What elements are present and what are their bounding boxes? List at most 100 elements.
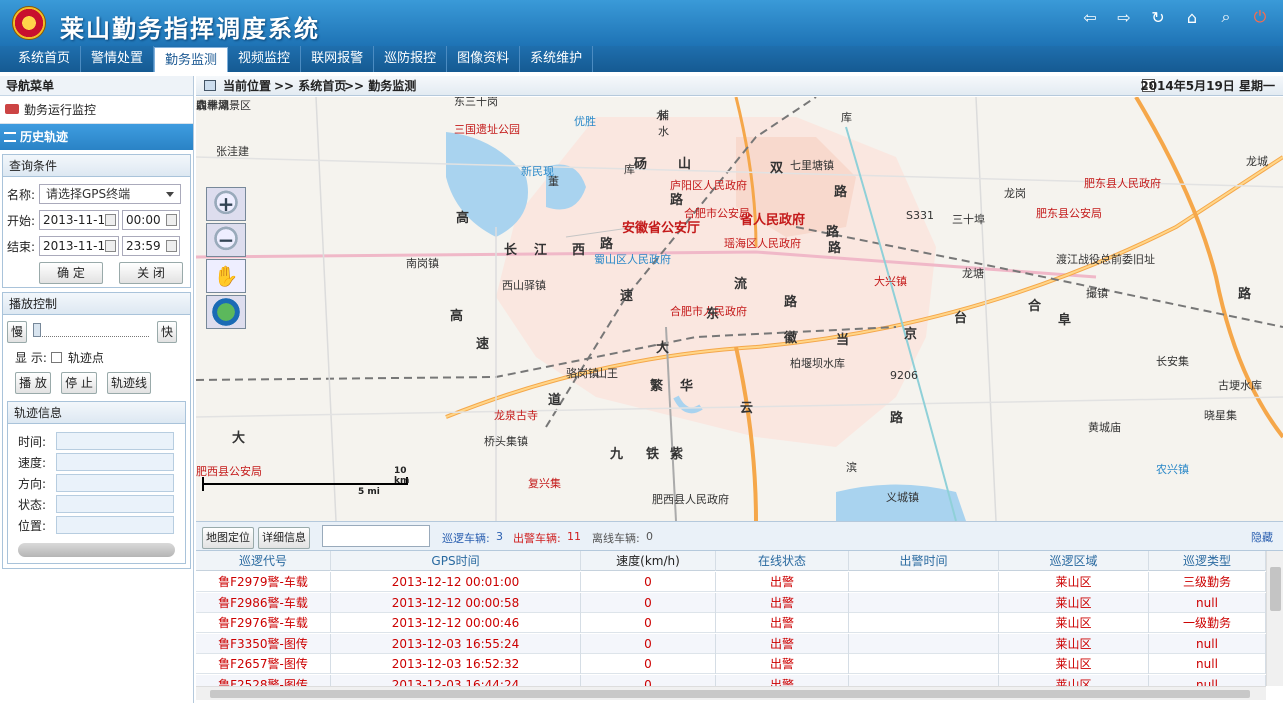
map-label: 庐阳区人民政府 — [670, 179, 747, 192]
start-date-value: 2013-11-14 — [43, 213, 113, 227]
stop-button[interactable]: 停 止 — [61, 372, 97, 394]
horizontal-scrollbar[interactable] — [196, 686, 1266, 700]
map-label: 高 — [456, 211, 470, 226]
table-row[interactable]: 鲁F3350警-图传 2013-12-03 16:55:24 0 出警 莱山区 null — [196, 633, 1266, 654]
position-value — [56, 516, 174, 534]
nav-video[interactable]: 视频监控 — [228, 46, 302, 72]
nav-alarm-network[interactable]: 联网报警 — [301, 46, 375, 72]
position-label: 位置: — [18, 518, 47, 533]
start-label: 开始: — [7, 213, 36, 228]
nav-home[interactable]: 系统首页 — [8, 46, 82, 72]
zoom-in-icon[interactable]: + — [206, 187, 246, 221]
car-icon — [5, 104, 19, 114]
query-title: 查询条件 — [3, 155, 190, 177]
col-patrol-area[interactable]: 巡逻区域 — [999, 551, 1149, 571]
table-cell — [849, 613, 999, 633]
zoom-out-icon[interactable]: − — [206, 223, 246, 257]
table-row[interactable]: 鲁F2986警-车载 2013-12-12 00:00:58 0 出警 莱山区 null — [196, 592, 1266, 613]
hide-link[interactable]: 隐藏 — [1251, 529, 1273, 545]
calendar-icon[interactable] — [105, 214, 116, 226]
map-label: 滨 — [846, 461, 857, 474]
start-time-field[interactable]: 00:00 — [122, 210, 180, 230]
top-toolbar: ⇦ ⇨ ↻ ⌂ ⌕ ⏻ — [1077, 6, 1273, 28]
map-label: 西山驿镇 — [502, 279, 546, 292]
map-label: 台 — [954, 311, 968, 326]
map-label: 铺 — [658, 109, 669, 122]
map-label: 繁 — [650, 379, 664, 394]
col-patrol-type[interactable]: 巡逻类型 — [1149, 551, 1266, 571]
map-view[interactable]: 东三十岗 三国遗址公园 优胜水库张洼建 新民现董铺水库砀山路庐阳区人民政府 七里塘镇双路… — [196, 97, 1283, 521]
table-cell: 出警 — [716, 654, 849, 674]
trackline-button[interactable]: 轨迹线 — [107, 372, 151, 394]
table-cell: 鲁F3350警-图传 — [196, 633, 331, 654]
nav-incident[interactable]: 警情处置 — [81, 46, 155, 72]
table-cell: 一级勤务 — [1149, 613, 1266, 633]
confirm-button[interactable]: 确 定 — [39, 262, 103, 284]
globe-icon[interactable] — [206, 295, 246, 329]
table-cell — [849, 633, 999, 654]
map-label: 江 — [534, 243, 548, 258]
nav-maintenance[interactable]: 系统维护 — [520, 46, 594, 72]
slider-handle[interactable] — [33, 323, 41, 337]
table-row[interactable]: 鲁F2976警-车载 2013-12-12 00:00:46 0 出警 莱山区 一级勤务 — [196, 613, 1266, 633]
start-date-field[interactable]: 2013-11-14 — [39, 210, 119, 230]
nav-duty-monitor[interactable]: 勤务监测 — [154, 47, 229, 72]
detail-button[interactable]: 详细信息 — [258, 527, 310, 549]
vehicle-search-input[interactable] — [322, 525, 430, 547]
map-label: 张洼建 — [216, 145, 249, 158]
close-button[interactable]: 关 闭 — [119, 262, 183, 284]
nav-images[interactable]: 图像资料 — [447, 46, 521, 72]
trackinfo-panel: 轨迹信息 时间: 速度: 方向: 状态: 位置: — [7, 401, 186, 564]
map-label: S331 — [906, 209, 934, 222]
map-label: 长安集 — [1156, 355, 1189, 368]
gps-terminal-select[interactable]: 请选择GPS终端 — [39, 184, 181, 204]
col-speed[interactable]: 速度(km/h) — [581, 551, 716, 571]
table-row[interactable]: 鲁F2979警-车载 2013-12-12 00:01:00 0 出警 莱山区 三级勤务 — [196, 572, 1266, 592]
col-patrol-code[interactable]: 巡逻代号 — [196, 551, 331, 571]
sidebar-item-label: 勤务运行监控 — [24, 103, 97, 117]
trackpoint-checkbox[interactable] — [50, 351, 62, 363]
col-online-status[interactable]: 在线状态 — [716, 551, 849, 571]
map-label: 安徽省公安厅 — [622, 221, 701, 236]
home-icon[interactable]: ⌂ — [1179, 6, 1205, 28]
search-icon[interactable]: ⌕ — [1213, 6, 1239, 28]
sidebar-title: 导航菜单 — [0, 76, 193, 96]
sidebar-item-label: 历史轨迹 — [20, 130, 69, 144]
breadcrumb-home[interactable]: >> 系统首页 — [274, 76, 346, 96]
sidebar-item-history[interactable]: 历史轨迹 — [0, 124, 193, 150]
play-button[interactable]: 播 放 — [15, 372, 51, 394]
calendar-icon[interactable] — [105, 240, 116, 252]
playback-title: 播放控制 — [3, 293, 190, 315]
map-label: 道 — [548, 393, 562, 408]
history-icon — [4, 132, 16, 142]
power-icon[interactable]: ⏻ — [1247, 6, 1273, 28]
vertical-scrollbar[interactable] — [1266, 551, 1283, 686]
map-label: 龙泉古寺 — [494, 409, 538, 422]
nav-patrol[interactable]: 巡防报控 — [374, 46, 448, 72]
speed-slider[interactable] — [33, 323, 149, 337]
map-scale: 10 km 5 mi — [202, 466, 412, 499]
refresh-icon[interactable]: ↻ — [1145, 6, 1171, 28]
clock-icon[interactable] — [166, 214, 177, 226]
pan-hand-icon[interactable]: ✋ — [206, 259, 246, 293]
end-time-field[interactable]: 23:59 — [122, 236, 180, 256]
forward-icon[interactable]: ⇨ — [1111, 6, 1137, 28]
slow-button[interactable]: 慢 — [7, 321, 27, 343]
table-row[interactable]: 鲁F2657警-图传 2013-12-03 16:52:32 0 出警 莱山区 null — [196, 654, 1266, 674]
table-cell: null — [1149, 633, 1266, 654]
fast-button[interactable]: 快 — [157, 321, 177, 343]
map-label: 九 — [610, 447, 624, 462]
clock-icon[interactable] — [166, 240, 177, 252]
map-locate-button[interactable]: 地图定位 — [202, 527, 254, 549]
col-dispatch-time[interactable]: 出警时间 — [849, 551, 999, 571]
col-gps-time[interactable]: GPS时间 — [331, 551, 581, 571]
map-label: 古埂水库 — [1218, 379, 1262, 392]
table-cell: 莱山区 — [999, 654, 1149, 674]
map-label: 大 — [232, 431, 246, 446]
map-label: 当 — [836, 333, 850, 348]
table-cell: 莱山区 — [999, 633, 1149, 654]
end-date-field[interactable]: 2013-11-14 — [39, 236, 119, 256]
table-cell: 莱山区 — [999, 592, 1149, 613]
back-icon[interactable]: ⇦ — [1077, 6, 1103, 28]
sidebar-item-monitor[interactable]: 勤务运行监控 — [0, 96, 193, 124]
